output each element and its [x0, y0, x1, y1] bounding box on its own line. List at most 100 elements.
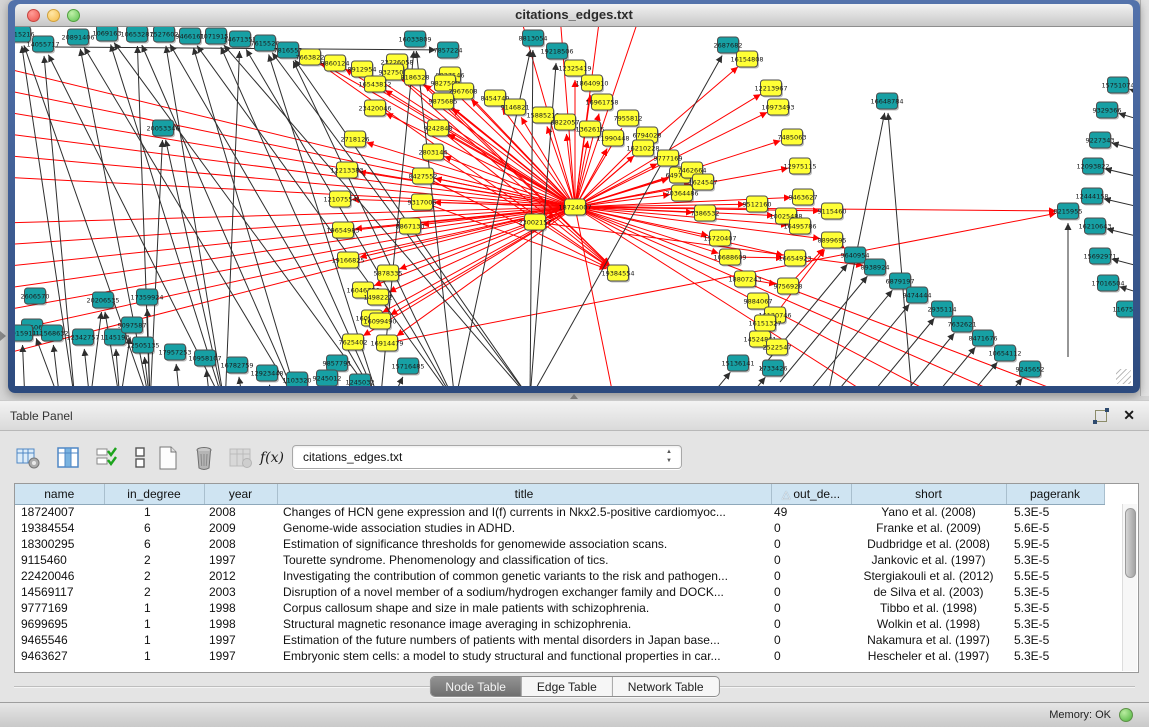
graph-node[interactable]: 2606570: [21, 288, 50, 306]
column-header-short[interactable]: short: [851, 484, 1006, 504]
table-mode-icon[interactable]: [14, 444, 42, 472]
scrollbar-thumb[interactable]: [1125, 508, 1136, 578]
graph-node[interactable]: 12444158: [1075, 188, 1108, 206]
graph-node[interactable]: 12213383: [330, 162, 363, 180]
graph-node[interactable]: 2522547: [763, 339, 792, 357]
tab-node-table[interactable]: Node Table: [430, 677, 521, 696]
graph-node[interactable]: 15136141: [721, 355, 754, 373]
network-canvas[interactable]: 2015216140557172089140610691631065328715…: [15, 27, 1133, 386]
graph-node[interactable]: 16654923: [778, 250, 811, 268]
graph-edge[interactable]: [269, 385, 273, 386]
graph-edge[interactable]: [176, 364, 180, 386]
graph-node[interactable]: 8215955: [1054, 203, 1083, 221]
graph-node[interactable]: 9474444: [903, 287, 932, 305]
graph-node[interactable]: 1498222: [364, 289, 393, 307]
column-header-out_de[interactable]: △out_de...: [771, 484, 851, 504]
new-table-icon[interactable]: [154, 444, 182, 472]
delete-rows-icon[interactable]: [190, 444, 218, 472]
column-header-pagerank[interactable]: pagerank: [1006, 484, 1104, 504]
graph-node[interactable]: 7625402: [339, 334, 368, 352]
network-window[interactable]: citations_edges.txt 20152161405571720891…: [8, 0, 1140, 393]
graph-node[interactable]: 18640910: [575, 75, 608, 93]
graph-node[interactable]: 7632621: [948, 316, 977, 334]
graph-edge[interactable]: [1112, 143, 1133, 157]
graph-node[interactable]: 2718126: [341, 131, 370, 149]
graph-node[interactable]: 10688609: [713, 249, 746, 267]
table-row[interactable]: 2242004622012Investigating the contribut…: [15, 568, 1104, 584]
graph-edge[interactable]: [678, 377, 765, 386]
graph-node[interactable]: 20891406: [61, 29, 94, 47]
graph-edge[interactable]: [197, 46, 455, 386]
graph-edge[interactable]: [643, 372, 730, 386]
graph-node[interactable]: 2803144: [419, 144, 448, 162]
table-row[interactable]: 946554611997Estimation of the future num…: [15, 632, 1104, 648]
graph-edge[interactable]: [1119, 113, 1133, 127]
graph-node[interactable]: 20053346: [146, 120, 179, 138]
window-title-bar[interactable]: citations_edges.txt: [15, 4, 1133, 27]
graph-node[interactable]: 9242848: [424, 120, 453, 138]
graph-node[interactable]: 17016504: [1091, 275, 1124, 293]
function-builder-icon[interactable]: f(x): [258, 444, 286, 472]
table-row[interactable]: 1938455462009Genome-wide association stu…: [15, 520, 1104, 536]
float-window-icon[interactable]: [1095, 410, 1107, 422]
graph-node[interactable]: 9317006: [408, 194, 437, 212]
graph-edge[interactable]: [1107, 229, 1133, 243]
graph-edge[interactable]: [1105, 169, 1133, 183]
graph-node[interactable]: 8471676: [969, 330, 998, 348]
graph-node[interactable]: 7955812: [614, 110, 643, 128]
graph-node[interactable]: 7857224: [434, 42, 463, 60]
graph-node[interactable]: 16033809: [398, 31, 431, 49]
graph-edge[interactable]: [575, 207, 615, 386]
graph-node[interactable]: 12093822: [1076, 158, 1109, 176]
graph-node[interactable]: 3915911: [15, 325, 36, 343]
graph-edge[interactable]: [23, 345, 25, 386]
graph-node[interactable]: 10973493: [761, 99, 794, 117]
graph-node[interactable]: 9777169: [654, 150, 683, 168]
graph-node[interactable]: 9875685: [429, 93, 458, 111]
graph-node[interactable]: 1103320: [283, 372, 312, 386]
graph-edge[interactable]: [53, 345, 60, 386]
graph-edge[interactable]: [114, 43, 380, 386]
graph-node[interactable]: 15716485: [391, 358, 424, 376]
column-header-in_degree[interactable]: in_degree: [104, 484, 204, 504]
graph-edge[interactable]: [90, 312, 101, 386]
column-header-name[interactable]: name: [15, 484, 104, 504]
graph-node[interactable]: 9463627: [789, 189, 818, 207]
graph-node[interactable]: 1245032: [346, 374, 375, 386]
graph-node[interactable]: 8867130: [396, 218, 425, 236]
tab-network-table[interactable]: Network Table: [612, 677, 719, 696]
graph-node[interactable]: 17359924: [130, 289, 163, 307]
graph-node[interactable]: 8899695: [818, 232, 847, 250]
table-row[interactable]: 1872400712008Changes of HCN gene express…: [15, 504, 1104, 520]
graph-edge[interactable]: [239, 377, 243, 386]
table-row[interactable]: 977716911998Corpus callosum shape and si…: [15, 600, 1104, 616]
tab-edge-table[interactable]: Edge Table: [521, 677, 612, 696]
graph-edge[interactable]: [822, 304, 909, 386]
graph-node[interactable]: 12107554: [323, 191, 356, 209]
graph-node[interactable]: 12923448: [250, 365, 283, 383]
graph-node[interactable]: 9512160: [743, 196, 772, 214]
table-row[interactable]: 911546021997Tourette syndrome. Phenomeno…: [15, 552, 1104, 568]
graph-node[interactable]: 17957253: [158, 344, 191, 362]
table-row[interactable]: 1456911722003Disruption of a novel membe…: [15, 584, 1104, 600]
graph-edge[interactable]: [15, 207, 575, 289]
graph-node[interactable]: 8186328: [401, 69, 430, 87]
column-header-title[interactable]: title: [277, 484, 771, 504]
graph-node[interactable]: 8938924: [861, 259, 890, 277]
graph-node[interactable]: 19654983: [326, 222, 359, 240]
graph-edge[interactable]: [84, 349, 90, 386]
graph-node[interactable]: 9756928: [774, 278, 803, 296]
graph-node[interactable]: 15751074: [1101, 77, 1133, 95]
graph-node[interactable]: 9860124: [321, 55, 350, 73]
graph-edge[interactable]: [444, 156, 575, 207]
graph-node[interactable]: 1733426: [759, 360, 788, 378]
graph-edge[interactable]: [1112, 259, 1133, 273]
graph-node[interactable]: 15692971: [1083, 248, 1116, 266]
graph-node[interactable]: 1527602: [150, 27, 179, 44]
memory-status-indicator[interactable]: [1119, 708, 1133, 722]
graph-node[interactable]: 10654112: [988, 345, 1021, 363]
graph-node[interactable]: 9227343: [1086, 132, 1115, 150]
graph-node[interactable]: 1069163: [93, 27, 122, 43]
graph-node[interactable]: 16914479: [370, 335, 403, 353]
graph-edge[interactable]: [888, 347, 975, 386]
